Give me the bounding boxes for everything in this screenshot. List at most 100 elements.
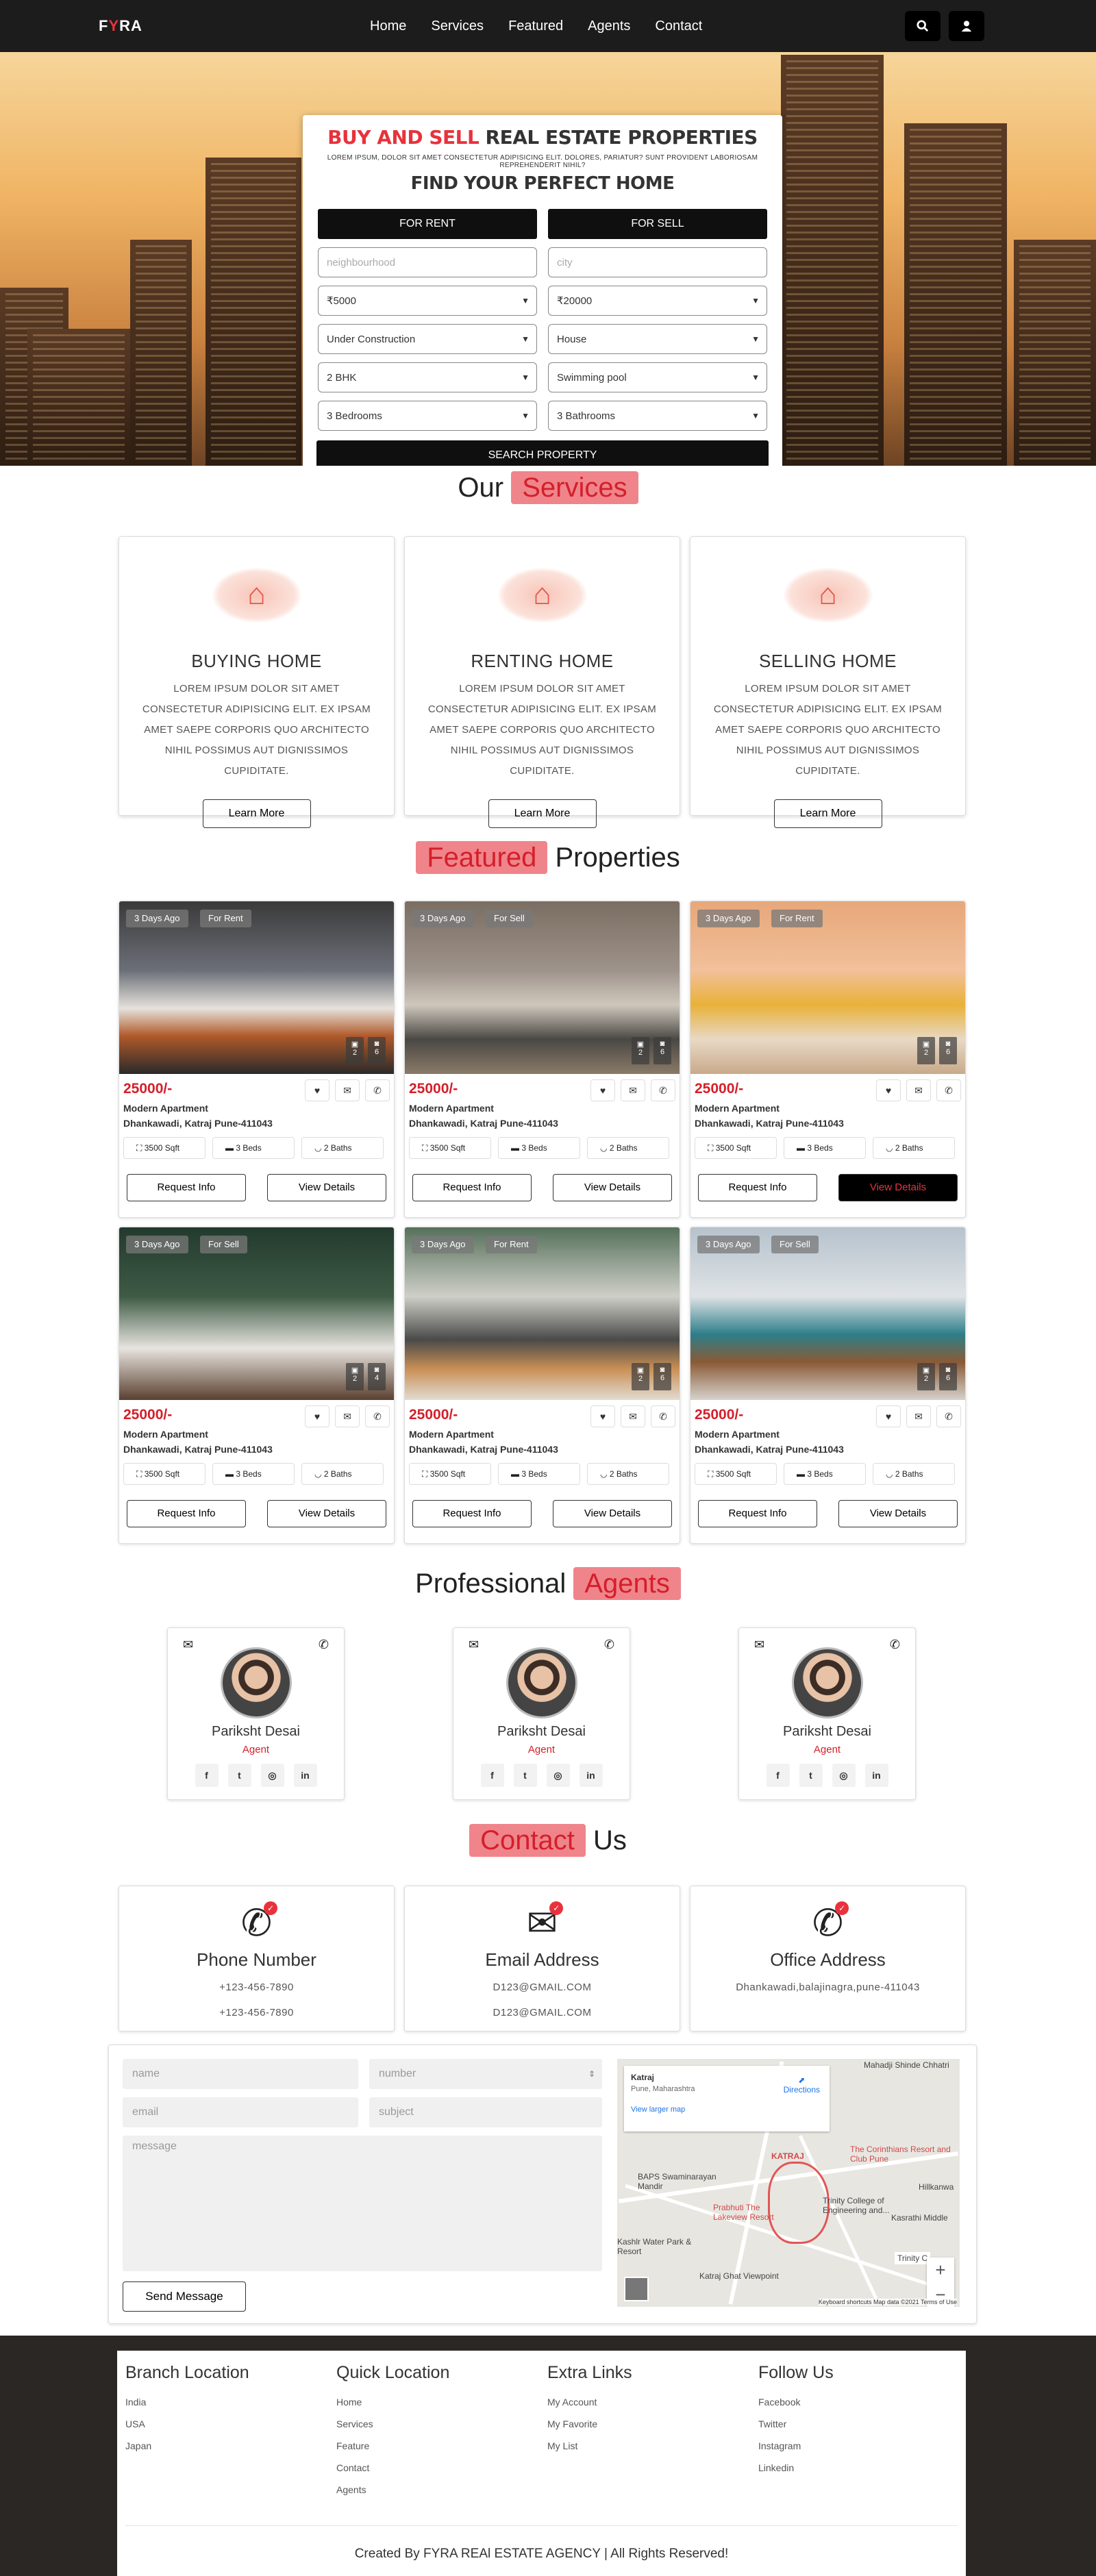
linkedin-icon[interactable]: in bbox=[864, 1764, 888, 1787]
learn-more-button[interactable]: Learn More bbox=[488, 799, 597, 828]
request-info-button[interactable]: Request Info bbox=[412, 1500, 532, 1527]
request-info-button[interactable]: Request Info bbox=[698, 1500, 817, 1527]
number-input[interactable]: number ⇕ bbox=[369, 2059, 602, 2089]
max-price-select[interactable]: ₹20000 ▼ bbox=[548, 286, 767, 316]
photo-count[interactable]: ◙ 6 bbox=[653, 1037, 671, 1064]
heart-icon[interactable]: ♥ bbox=[305, 1405, 329, 1427]
phone-icon[interactable]: ✆ bbox=[365, 1079, 390, 1101]
request-info-button[interactable]: Request Info bbox=[127, 1500, 246, 1527]
search-property-button[interactable]: SEARCH PROPERTY bbox=[316, 440, 769, 466]
user-button[interactable] bbox=[949, 11, 984, 41]
neighbourhood-input[interactable]: neighbourhood bbox=[318, 247, 537, 277]
facebook-icon[interactable]: f bbox=[480, 1764, 504, 1787]
map-satellite-toggle[interactable] bbox=[624, 2277, 649, 2301]
for-sell-tab[interactable]: FOR SELL bbox=[548, 209, 767, 239]
property-photo[interactable]: 3 Days Ago For Sell ▣ 2 ◙ 6 bbox=[690, 1227, 965, 1400]
video-count[interactable]: ▣ 2 bbox=[632, 1363, 649, 1390]
phone-icon[interactable]: ✆ bbox=[365, 1405, 390, 1427]
heart-icon[interactable]: ♥ bbox=[590, 1079, 615, 1101]
learn-more-button[interactable]: Learn More bbox=[773, 799, 882, 828]
view-larger-map-link[interactable]: View larger map bbox=[631, 2105, 823, 2114]
envelope-icon[interactable]: ✉ bbox=[621, 1079, 645, 1101]
view-details-button[interactable]: View Details bbox=[267, 1500, 386, 1527]
photo-count[interactable]: ◙ 6 bbox=[939, 1363, 957, 1390]
twitter-icon[interactable]: t bbox=[799, 1764, 823, 1787]
envelope-icon[interactable]: ✉ bbox=[621, 1405, 645, 1427]
footer-link[interactable]: Feature bbox=[336, 2435, 449, 2457]
footer-link[interactable]: Contact bbox=[336, 2457, 449, 2479]
facebook-icon[interactable]: f bbox=[766, 1764, 790, 1787]
footer-link[interactable]: Linkedin bbox=[758, 2457, 834, 2479]
view-details-button[interactable]: View Details bbox=[553, 1500, 672, 1527]
phone-icon[interactable]: ✆ bbox=[651, 1079, 675, 1101]
facebook-icon[interactable]: f bbox=[195, 1764, 219, 1787]
photo-count[interactable]: ◙ 6 bbox=[653, 1363, 671, 1390]
send-message-button[interactable]: Send Message bbox=[123, 2281, 246, 2312]
logo[interactable]: FYRA bbox=[99, 17, 142, 35]
view-details-button[interactable]: View Details bbox=[267, 1174, 386, 1201]
footer-link[interactable]: Twitter bbox=[758, 2413, 834, 2435]
footer-link[interactable]: Agents bbox=[336, 2479, 449, 2501]
nav-link-featured[interactable]: Featured bbox=[508, 18, 563, 34]
request-info-button[interactable]: Request Info bbox=[412, 1174, 532, 1201]
property-photo[interactable]: 3 Days Ago For Sell ▣ 2 ◙ 6 bbox=[405, 901, 680, 1074]
bedrooms-select[interactable]: 3 Bedrooms ▼ bbox=[318, 401, 537, 431]
request-info-button[interactable]: Request Info bbox=[127, 1174, 246, 1201]
video-count[interactable]: ▣ 2 bbox=[917, 1037, 935, 1064]
footer-link[interactable]: My Account bbox=[547, 2391, 632, 2413]
heart-icon[interactable]: ♥ bbox=[305, 1079, 329, 1101]
zoom-in-icon[interactable]: + bbox=[927, 2258, 954, 2282]
photo-count[interactable]: ◙ 6 bbox=[368, 1037, 386, 1064]
phone-icon[interactable]: ✆ bbox=[319, 1638, 329, 1652]
instagram-icon[interactable]: ◎ bbox=[832, 1764, 856, 1787]
video-count[interactable]: ▣ 2 bbox=[917, 1363, 935, 1390]
linkedin-icon[interactable]: in bbox=[579, 1764, 603, 1787]
video-count[interactable]: ▣ 2 bbox=[632, 1037, 649, 1064]
linkedin-icon[interactable]: in bbox=[293, 1764, 317, 1787]
nav-link-agents[interactable]: Agents bbox=[588, 18, 630, 34]
map-directions[interactable]: ⬈ Directions bbox=[784, 2075, 820, 2094]
name-input[interactable]: name bbox=[123, 2059, 358, 2089]
footer-link[interactable]: My List bbox=[547, 2435, 632, 2457]
heart-icon[interactable]: ♥ bbox=[590, 1405, 615, 1427]
learn-more-button[interactable]: Learn More bbox=[202, 799, 311, 828]
property-photo[interactable]: 3 Days Ago For Rent ▣ 2 ◙ 6 bbox=[119, 901, 394, 1074]
view-details-button[interactable]: View Details bbox=[553, 1174, 672, 1201]
bhk-select[interactable]: 2 BHK ▼ bbox=[318, 362, 537, 392]
envelope-icon[interactable]: ✉ bbox=[335, 1079, 360, 1101]
stepper-icon[interactable]: ⇕ bbox=[588, 2059, 595, 2089]
instagram-icon[interactable]: ◎ bbox=[546, 1764, 570, 1787]
city-input[interactable]: city bbox=[548, 247, 767, 277]
envelope-icon[interactable]: ✉ bbox=[906, 1405, 931, 1427]
phone-icon[interactable]: ✆ bbox=[936, 1079, 961, 1101]
photo-count[interactable]: ◙ 6 bbox=[939, 1037, 957, 1064]
email-input[interactable]: email bbox=[123, 2097, 358, 2127]
twitter-icon[interactable]: t bbox=[513, 1764, 537, 1787]
footer-link[interactable]: Home bbox=[336, 2391, 449, 2413]
instagram-icon[interactable]: ◎ bbox=[260, 1764, 284, 1787]
property-photo[interactable]: 3 Days Ago For Sell ▣ 2 ◙ 4 bbox=[119, 1227, 394, 1400]
footer-link[interactable]: Instagram bbox=[758, 2435, 834, 2457]
envelope-icon[interactable]: ✉ bbox=[183, 1638, 193, 1652]
twitter-icon[interactable]: t bbox=[227, 1764, 251, 1787]
envelope-icon[interactable]: ✉ bbox=[906, 1079, 931, 1101]
phone-icon[interactable]: ✆ bbox=[604, 1638, 614, 1652]
envelope-icon[interactable]: ✉ bbox=[335, 1405, 360, 1427]
photo-count[interactable]: ◙ 4 bbox=[368, 1363, 386, 1390]
subject-input[interactable]: subject bbox=[369, 2097, 602, 2127]
nav-link-services[interactable]: Services bbox=[431, 18, 484, 34]
search-button[interactable] bbox=[905, 11, 941, 41]
nav-link-home[interactable]: Home bbox=[370, 18, 406, 34]
amenity-select[interactable]: Swimming pool ▼ bbox=[548, 362, 767, 392]
for-rent-tab[interactable]: FOR RENT bbox=[318, 209, 537, 239]
video-count[interactable]: ▣ 2 bbox=[346, 1037, 364, 1064]
view-details-button[interactable]: View Details bbox=[838, 1174, 958, 1201]
phone-icon[interactable]: ✆ bbox=[936, 1405, 961, 1427]
heart-icon[interactable]: ♥ bbox=[876, 1079, 901, 1101]
phone-icon[interactable]: ✆ bbox=[890, 1638, 900, 1652]
min-price-select[interactable]: ₹5000 ▼ bbox=[318, 286, 537, 316]
footer-link[interactable]: Facebook bbox=[758, 2391, 834, 2413]
embedded-map[interactable]: Katraj Pune, Maharashtra ⬈ Directions Vie… bbox=[617, 2059, 960, 2307]
footer-link[interactable]: Services bbox=[336, 2413, 449, 2435]
type-select[interactable]: House ▼ bbox=[548, 324, 767, 354]
